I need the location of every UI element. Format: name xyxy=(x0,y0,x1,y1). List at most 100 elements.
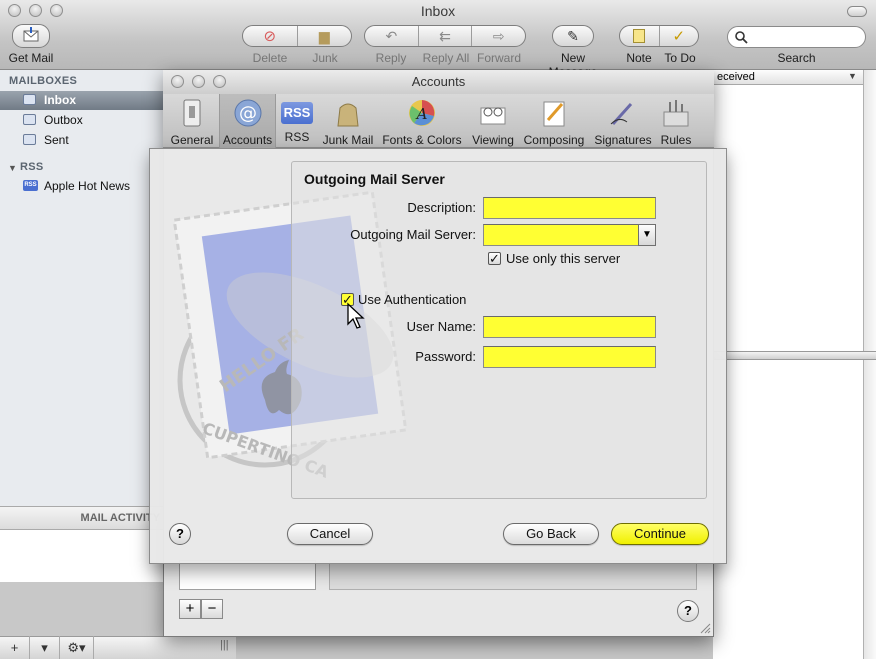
add-mailbox-button[interactable]: + xyxy=(0,636,30,659)
toolbar-toggle-button[interactable] xyxy=(847,6,867,17)
tab-fonts-colors-label: Fonts & Colors xyxy=(382,133,462,147)
sidebar-item-outbox[interactable]: Outbox xyxy=(44,111,83,129)
use-only-server-label: Use only this server xyxy=(506,251,621,266)
reply-all-label: Reply All xyxy=(422,51,470,65)
sidebar-item-apple-hot-news[interactable]: Apple Hot News xyxy=(44,177,130,195)
viewing-glasses-icon xyxy=(480,107,506,125)
go-back-button[interactable]: Go Back xyxy=(503,523,599,545)
tab-fonts-colors[interactable]: A Fonts & Colors xyxy=(380,98,464,147)
split-handle-icon[interactable]: ||| xyxy=(220,639,229,651)
tab-viewing-label: Viewing xyxy=(472,133,514,147)
list-scrollbar[interactable] xyxy=(863,70,876,659)
reply-button[interactable]: ↶ xyxy=(365,26,419,46)
outbox-icon xyxy=(23,114,36,125)
tab-viewing[interactable]: Viewing xyxy=(468,98,518,147)
search-label: Search xyxy=(777,51,816,65)
forward-arrow-icon: ⇨ xyxy=(492,27,505,44)
note-todo-group: ✓ xyxy=(619,25,699,47)
compose-icon: ✎ xyxy=(567,27,579,44)
sheet-help-button[interactable]: ? xyxy=(169,523,191,545)
rss-feed-icon: RSS xyxy=(23,180,38,191)
delete-button[interactable]: ⊘ xyxy=(243,26,298,46)
outgoing-server-label: Outgoing Mail Server: xyxy=(350,227,476,242)
sort-arrow-icon: ▼ xyxy=(848,71,857,81)
username-field[interactable] xyxy=(483,316,656,338)
svg-text:A: A xyxy=(415,105,428,123)
tab-rss[interactable]: RSS RSS xyxy=(278,98,316,144)
tab-rules[interactable]: Rules xyxy=(656,98,696,147)
todo-button[interactable]: ✓ xyxy=(660,26,699,46)
tab-accounts-label: Accounts xyxy=(222,133,273,147)
tab-rules-label: Rules xyxy=(660,133,692,147)
tab-signatures[interactable]: Signatures xyxy=(592,98,654,147)
composing-pencil-icon xyxy=(543,101,565,127)
note-label: Note xyxy=(626,51,652,65)
fountain-pen-icon xyxy=(610,102,633,126)
junk-bag-icon xyxy=(337,103,359,127)
disclosure-triangle-icon[interactable]: ▼ xyxy=(8,163,17,173)
outgoing-server-combobox[interactable] xyxy=(483,224,639,246)
checkmark-icon: ✓ xyxy=(672,28,686,45)
junk-button[interactable]: ▆ xyxy=(298,26,352,46)
forward-button[interactable]: ⇨ xyxy=(472,26,525,46)
at-sign-icon: @ xyxy=(234,99,261,127)
tab-rss-label: RSS xyxy=(284,130,310,144)
light-switch-icon xyxy=(183,99,201,127)
tab-composing[interactable]: Composing xyxy=(522,98,586,147)
sidebar-item-label: Inbox xyxy=(44,93,76,107)
account-detail-area xyxy=(329,560,697,590)
continue-button[interactable]: Continue xyxy=(611,523,709,545)
mail-activity-label: MAIL ACTIVITY xyxy=(80,512,160,524)
reply-label: Reply xyxy=(375,51,407,65)
reply-all-button[interactable]: ⇇ xyxy=(419,26,473,46)
color-wheel-icon: A xyxy=(409,100,435,126)
date-received-column-header[interactable]: eceived xyxy=(713,70,863,85)
accounts-list[interactable] xyxy=(179,560,316,590)
rss-header: RSS xyxy=(20,161,44,173)
sheet-heading: Outgoing Mail Server xyxy=(304,171,445,187)
tab-composing-label: Composing xyxy=(523,133,585,147)
delete-icon: ⊘ xyxy=(263,28,277,45)
forward-label: Forward xyxy=(476,51,521,65)
reply-group: ↶ ⇇ ⇨ xyxy=(364,25,526,47)
password-label: Password: xyxy=(415,349,476,364)
preview-splitter[interactable] xyxy=(713,351,876,360)
description-label: Description: xyxy=(407,200,476,215)
message-list xyxy=(713,70,876,659)
sent-icon xyxy=(23,134,36,145)
tab-accounts[interactable]: @ Accounts xyxy=(219,98,276,147)
action-menu-button[interactable]: ⚙▾ xyxy=(60,636,94,659)
show-activity-button[interactable]: ▾ xyxy=(30,636,60,659)
delete-junk-group: ⊘ ▆ xyxy=(242,25,352,47)
note-button[interactable] xyxy=(620,26,660,46)
window-title: Inbox xyxy=(420,3,456,19)
prefs-window-title: Accounts xyxy=(411,74,466,89)
remove-account-button[interactable]: − xyxy=(201,599,223,619)
delete-label: Delete xyxy=(252,51,288,65)
prefs-help-button[interactable]: ? xyxy=(677,600,699,622)
mouse-pointer-icon xyxy=(347,302,365,329)
note-icon xyxy=(633,29,646,43)
server-dropdown-arrow-icon[interactable]: ▼ xyxy=(638,224,656,246)
use-authentication-label: Use Authentication xyxy=(358,292,467,307)
new-message-button[interactable]: ✎ xyxy=(552,25,594,47)
junk-bag-icon: ▆ xyxy=(318,27,330,44)
envelope-icon xyxy=(23,27,39,42)
description-field[interactable] xyxy=(483,197,656,219)
tab-general[interactable]: General xyxy=(167,98,217,147)
tab-general-label: General xyxy=(170,133,214,147)
password-field[interactable] xyxy=(483,346,656,368)
cancel-button[interactable]: Cancel xyxy=(287,523,373,545)
resize-grip-icon[interactable] xyxy=(699,622,711,634)
mailboxes-header: MAILBOXES xyxy=(9,75,78,87)
reply-all-arrow-icon: ⇇ xyxy=(439,27,451,44)
search-icon xyxy=(735,31,748,44)
get-mail-label: Get Mail xyxy=(8,51,54,65)
todo-label: To Do xyxy=(664,51,696,65)
get-mail-button[interactable] xyxy=(12,24,50,48)
add-account-button[interactable]: + xyxy=(179,599,201,619)
sidebar-item-sent[interactable]: Sent xyxy=(44,131,69,149)
tab-junk-mail[interactable]: Junk Mail xyxy=(320,98,376,147)
tab-junk-mail-label: Junk Mail xyxy=(322,133,374,147)
use-only-server-checkbox[interactable]: ✓ xyxy=(488,252,501,265)
